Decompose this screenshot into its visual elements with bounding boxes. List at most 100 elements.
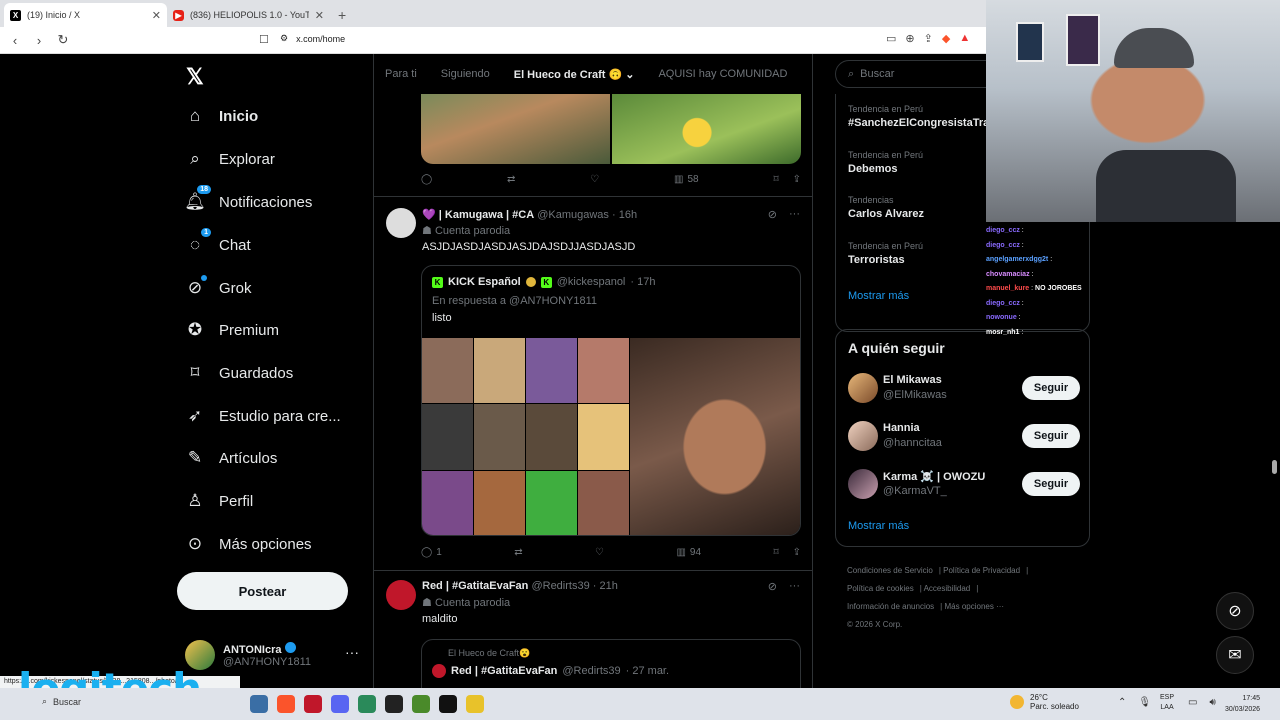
url-field[interactable]: ⚙ x.com/home	[280, 33, 345, 44]
grok-icon[interactable]: ⊘	[768, 208, 777, 221]
chevron-up-icon[interactable]: ⌃	[1118, 697, 1126, 708]
brave-icon[interactable]	[277, 695, 295, 713]
more-icon[interactable]: ···	[789, 208, 800, 221]
app-icon[interactable]	[250, 695, 268, 713]
footer-link[interactable]: Política de cookies	[847, 584, 914, 593]
forward-icon[interactable]: ›	[32, 33, 46, 48]
avatar[interactable]	[386, 580, 416, 610]
tab-community-2[interactable]: AQUISI hay COMUNIDAD	[658, 68, 787, 80]
like-icon[interactable]: ♡	[590, 174, 599, 185]
bookmark-icon[interactable]: ⌑	[773, 174, 778, 185]
brave-shield-icon[interactable]: ◆	[942, 32, 950, 45]
trend-item[interactable]: Tendencias Carlos Alvarez	[848, 195, 924, 220]
close-icon[interactable]: ✕	[315, 9, 324, 22]
share-icon[interactable]: ⇪	[793, 174, 801, 185]
chat-icon[interactable]: ✉	[1216, 636, 1254, 674]
tab-x-home[interactable]: X (19) Inicio / X ✕	[4, 3, 167, 27]
suggestion[interactable]: Hannia @hanncitaa Seguir	[848, 421, 1080, 451]
minecraft-icon[interactable]	[412, 695, 430, 713]
reply[interactable]: ◯ 1	[421, 547, 442, 558]
nav-premium[interactable]: ✪ Premium	[185, 320, 279, 340]
cast-icon[interactable]: ▭	[886, 32, 896, 45]
reply-icon[interactable]: ◯	[421, 174, 432, 185]
share-icon[interactable]: ⇪	[924, 32, 933, 45]
repost-icon[interactable]: ⇄	[514, 547, 522, 558]
bookmark-icon[interactable]: ☐	[259, 33, 269, 46]
more-icon[interactable]: ···	[789, 580, 800, 593]
discord-icon[interactable]	[331, 695, 349, 713]
media-image[interactable]	[612, 94, 801, 164]
avatar[interactable]	[848, 469, 878, 499]
nav-bookmarks[interactable]: ⌑ Guardados	[185, 363, 294, 383]
bookmark-icon[interactable]: ⌑	[773, 547, 778, 558]
repost-icon[interactable]: ⇄	[507, 174, 515, 185]
show-more-link[interactable]: Mostrar más	[848, 290, 909, 302]
media-image[interactable]	[421, 94, 610, 164]
grok-icon[interactable]: ⊘	[768, 580, 777, 593]
nav-explore[interactable]: ⌕ Explorar	[185, 149, 275, 169]
nav-home[interactable]: ⌂ Inicio	[185, 106, 258, 126]
more-icon[interactable]: ···	[345, 644, 359, 660]
nav-more[interactable]: ⊙ Más opciones	[185, 534, 312, 554]
trend-item[interactable]: Tendencia en Perú #SanchezElCongresistaT…	[848, 104, 989, 129]
post-media[interactable]	[421, 94, 801, 164]
footer-link[interactable]: Información de anuncios	[847, 602, 934, 611]
quoted-post[interactable]: El Hueco de Craft😮 Red | #GatitaEvaFan @…	[421, 639, 801, 688]
image-grid[interactable]	[422, 338, 629, 535]
account-switcher[interactable]: ANTONIcra @AN7HONY1811 ···	[185, 640, 359, 670]
post-button[interactable]: Postear	[177, 572, 348, 610]
suggestion[interactable]: El Mikawas @ElMikawas Seguir	[848, 373, 1080, 403]
tab-for-you[interactable]: Para ti	[385, 68, 417, 80]
footer-link[interactable]: Más opciones ···	[944, 602, 1004, 611]
follow-button[interactable]: Seguir	[1022, 424, 1080, 448]
quoted-post[interactable]: K KICK Español K @kickespanol · 17h En r…	[421, 265, 801, 536]
scrollbar[interactable]	[1272, 460, 1277, 474]
footer-link[interactable]: Política de Privacidad	[943, 566, 1020, 575]
show-more-link[interactable]: Mostrar más	[848, 520, 909, 532]
suggestion[interactable]: Karma ☠️ | OWOZU @KarmaVT_ Seguir	[848, 469, 1080, 499]
views[interactable]: ▥ 58	[674, 174, 699, 185]
trend-item[interactable]: Tendencia en Perú Debemos	[848, 150, 923, 175]
media-image[interactable]	[630, 338, 800, 535]
tab-community[interactable]: El Hueco de Craft 🙃 ⌄	[514, 68, 635, 81]
nav-articles[interactable]: ✎ Artículos	[185, 448, 277, 468]
zoom-icon[interactable]: ⊕	[905, 32, 914, 45]
language-indicator[interactable]: ESP LAA	[1160, 693, 1174, 713]
trend-item[interactable]: Tendencia en Perú Terroristas	[848, 241, 923, 266]
nav-creator-studio[interactable]: ➶ Estudio para cre...	[185, 406, 341, 426]
x-logo-icon[interactable]: 𝕏	[186, 64, 204, 90]
site-info-icon[interactable]: ⚙	[280, 33, 288, 44]
close-icon[interactable]: ✕	[152, 9, 161, 22]
weather-widget[interactable]: 26°C Parc. soleado	[1010, 693, 1079, 711]
app-icon[interactable]	[385, 695, 403, 713]
back-icon[interactable]: ‹	[8, 33, 22, 48]
nav-profile[interactable]: ♙ Perfil	[185, 491, 253, 511]
volume-icon[interactable]: 🔊︎	[1209, 697, 1215, 708]
nav-notifications[interactable]: 🔔︎ 18 Notificaciones	[184, 185, 312, 212]
clock[interactable]: 17:45 30/03/2026	[1225, 693, 1260, 715]
avatar[interactable]	[386, 208, 416, 238]
follow-button[interactable]: Seguir	[1022, 472, 1080, 496]
views[interactable]: ▥ 94	[676, 547, 701, 558]
warning-icon[interactable]: ▲	[959, 32, 970, 45]
app-icon[interactable]	[358, 695, 376, 713]
grok-icon[interactable]: ⊘	[1216, 592, 1254, 630]
avatar[interactable]	[848, 373, 878, 403]
app-icon[interactable]	[304, 695, 322, 713]
share-icon[interactable]: ⇪	[793, 547, 801, 558]
footer-link[interactable]: Accesibilidad	[924, 584, 971, 593]
nav-chat[interactable]: ◌ 1 Chat	[185, 228, 251, 255]
reload-icon[interactable]: ↻	[56, 32, 70, 48]
footer-link[interactable]: Condiciones de Servicio	[847, 566, 933, 575]
follow-button[interactable]: Seguir	[1022, 376, 1080, 400]
tab-youtube[interactable]: ▶ (836) HELIOPOLIS 1.0 - YouTube ✕	[167, 3, 330, 27]
new-tab-button[interactable]: +	[330, 7, 354, 27]
obs-icon[interactable]	[439, 695, 457, 713]
network-icon[interactable]: ▭	[1188, 697, 1197, 708]
nav-grok[interactable]: ⊘ Grok	[185, 275, 252, 298]
tab-following[interactable]: Siguiendo	[441, 68, 490, 80]
taskbar-search[interactable]: ⌕ Buscar	[42, 696, 81, 707]
microphone-icon[interactable]: 🎙︎	[1138, 697, 1151, 708]
like-icon[interactable]: ♡	[595, 547, 604, 558]
app-icon[interactable]	[466, 695, 484, 713]
